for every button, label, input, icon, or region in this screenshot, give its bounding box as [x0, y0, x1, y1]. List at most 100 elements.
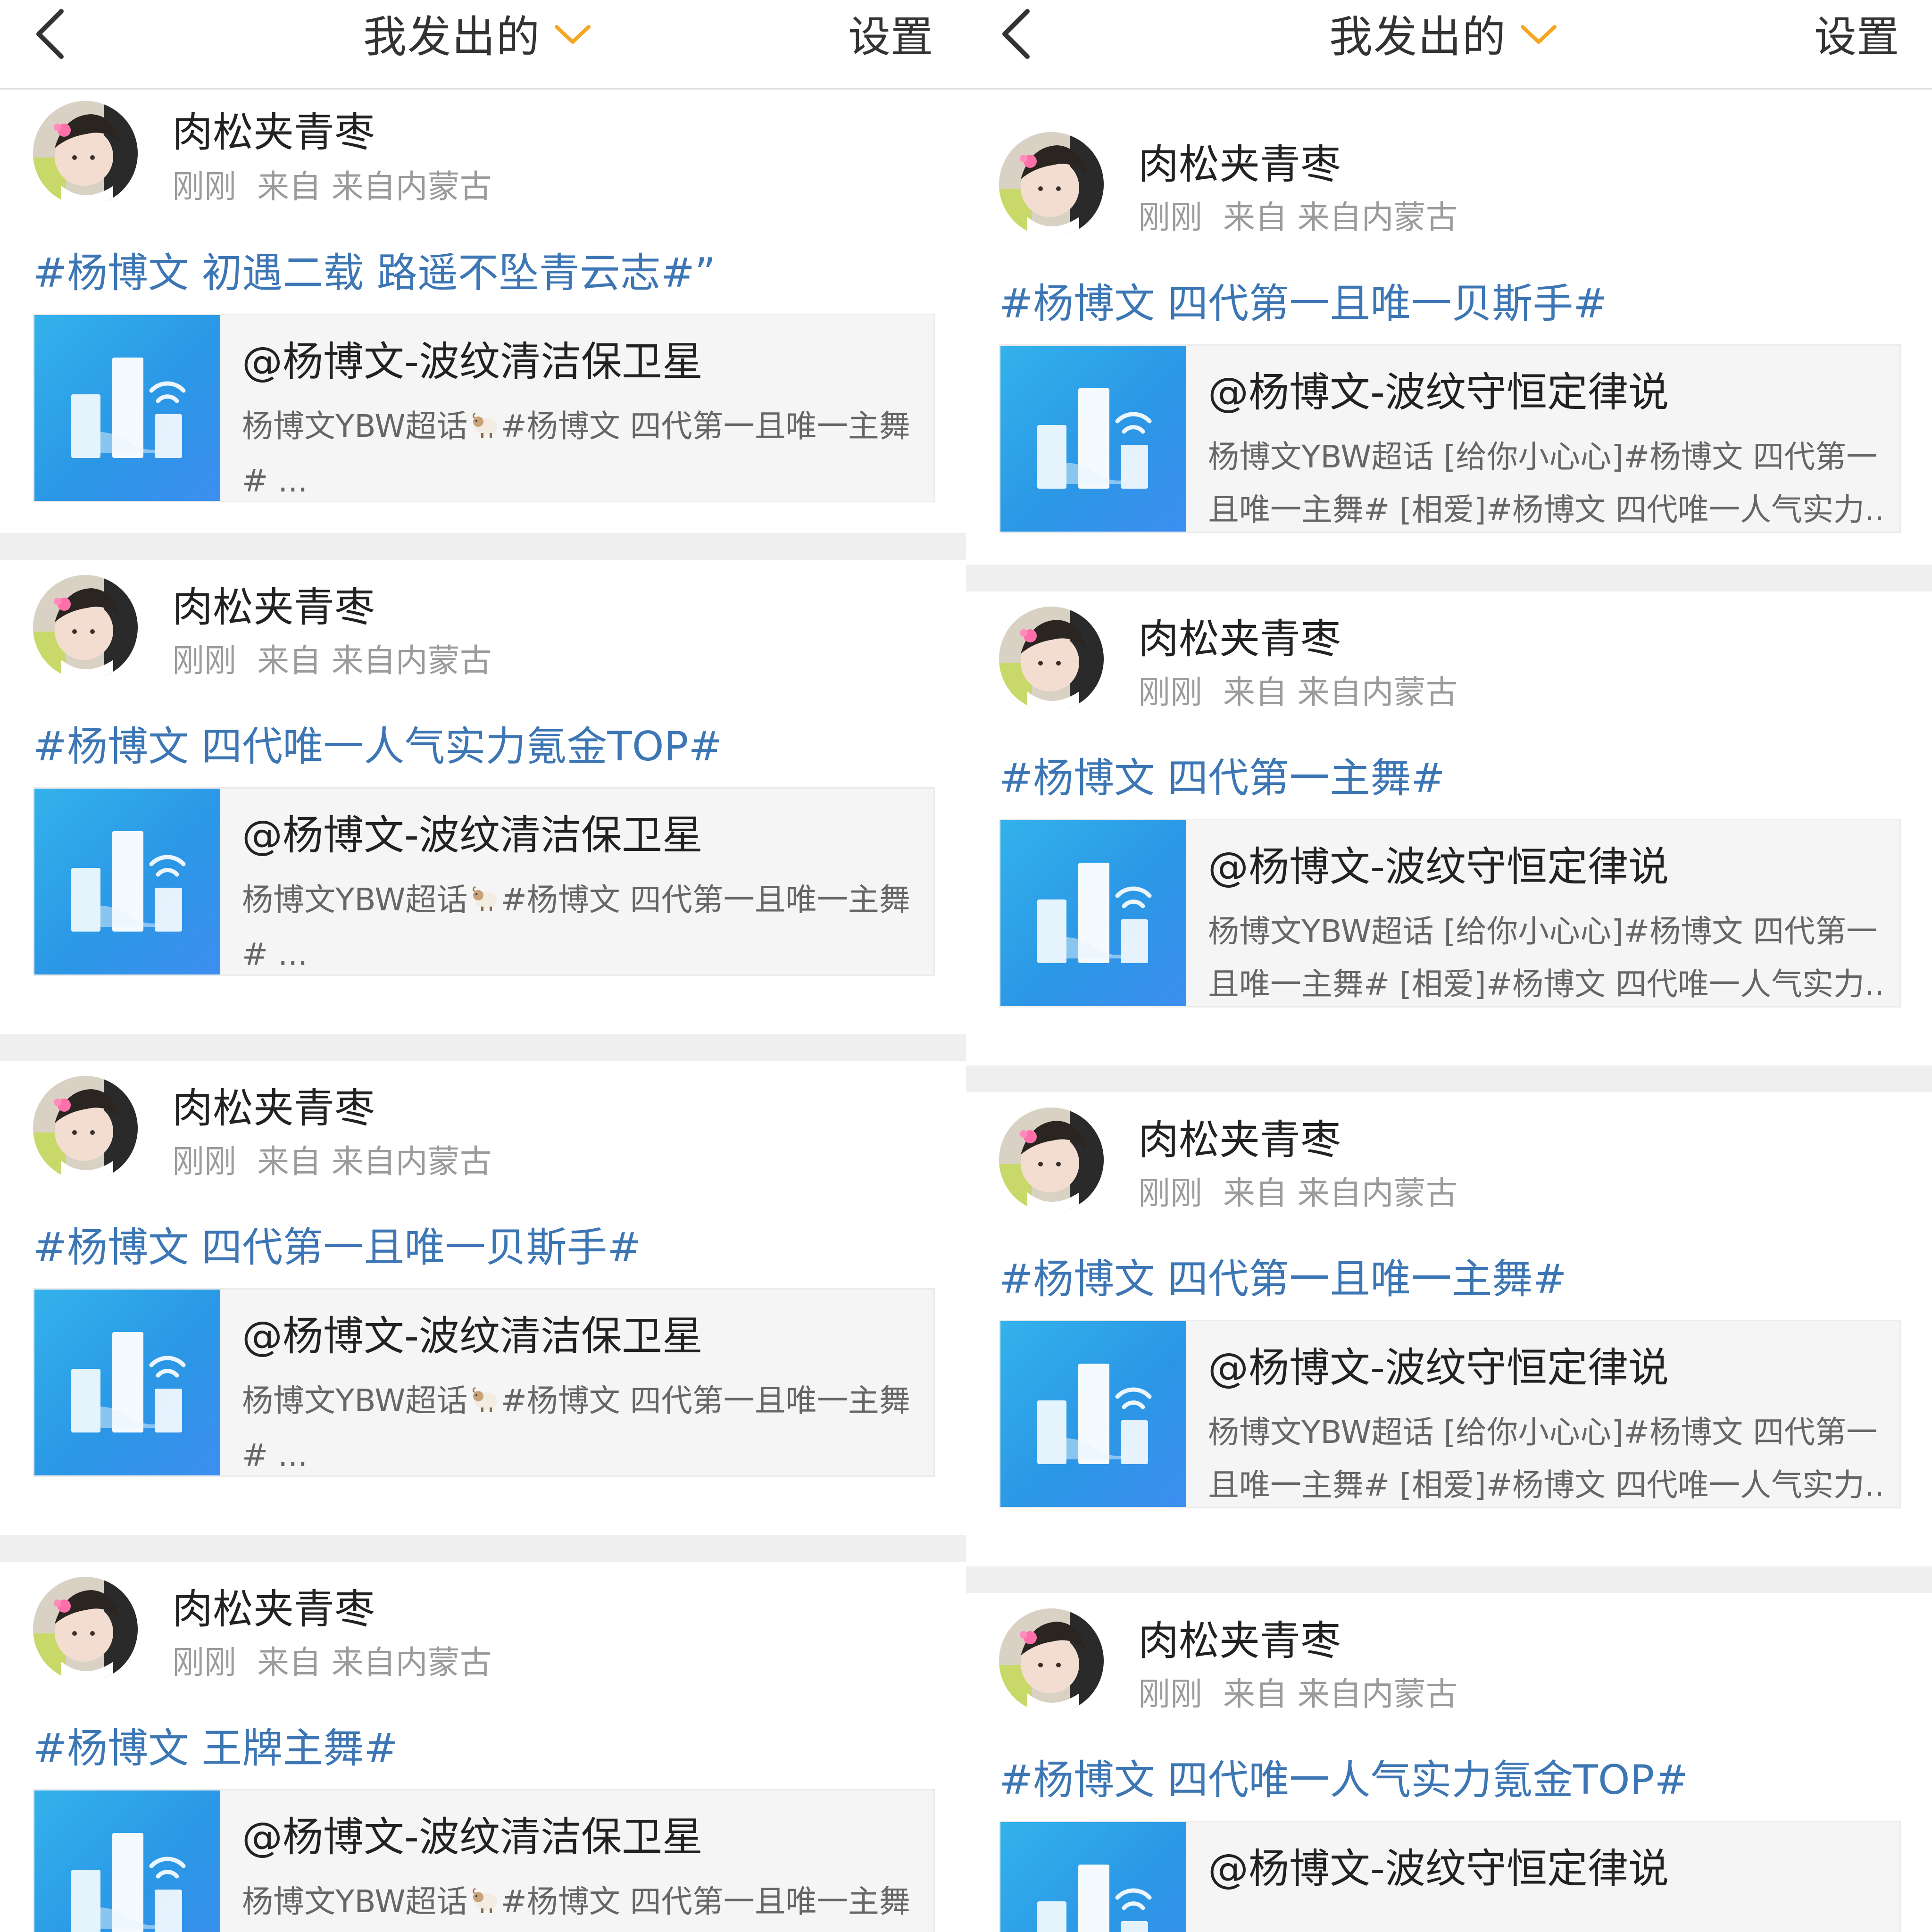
post-item[interactable]: 肉松夹青枣 刚刚 来自 来自内蒙古 #杨博文 四代唯一人气实力氪金TOP# @杨博…	[0, 560, 966, 1034]
chevron-down-icon	[1521, 25, 1557, 44]
username[interactable]: 肉松夹青枣	[1138, 1107, 1341, 1166]
back-arrow-icon	[1002, 9, 1030, 59]
post-meta: 刚刚 来自 来自内蒙古	[1138, 1167, 1458, 1214]
post-text[interactable]: #杨博文 四代第一且唯一主舞#	[999, 1246, 1566, 1305]
avatar[interactable]	[33, 1577, 138, 1682]
avatar[interactable]	[999, 1608, 1104, 1713]
card-description: 杨博文YBW超话 #杨博文 四代第一且唯一主舞 # ...	[242, 1374, 921, 1480]
post-meta: 刚刚 来自 来自内蒙古	[1138, 666, 1458, 713]
avatar[interactable]	[999, 607, 1104, 711]
post-time: 刚刚	[1138, 674, 1203, 711]
card-title: @杨博文-波纹守恒定律说	[1208, 1344, 1669, 1391]
post-item[interactable]: 肉松夹青枣 刚刚 来自 来自内蒙古 #杨博文 四代唯一人气实力氪金TOP# @杨博…	[966, 1593, 1932, 1932]
chart-thumbnail-icon	[1000, 820, 1186, 1006]
post-source: 来自 来自内蒙古	[257, 1644, 492, 1682]
card-title: @杨博文-波纹清洁保卫星	[242, 1313, 703, 1360]
username[interactable]: 肉松夹青枣	[1138, 1607, 1341, 1666]
post-time: 刚刚	[172, 1644, 237, 1682]
username[interactable]: 肉松夹青枣	[1138, 606, 1341, 665]
username[interactable]: 肉松夹青枣	[172, 574, 375, 633]
left-panel: 我发出的 设置 肉松夹青枣 刚刚 来自 来自内蒙古 #杨博文 初遇二载 路遥不坠青…	[0, 0, 966, 1932]
nav-header: 我发出的 设置	[0, 0, 966, 90]
post-source: 来自 来自内蒙古	[257, 1143, 492, 1181]
card-description: 杨博文YBW超话 [给你小心心]#杨博文 四代第一 且唯一主舞# [相爱]#杨博…	[1208, 439, 1887, 528]
post-text[interactable]: #杨博文 四代唯一人气实力氪金TOP#	[999, 1747, 1689, 1806]
post-text[interactable]: #杨博文 王牌主舞#	[33, 1715, 398, 1774]
title-dropdown[interactable]: 我发出的	[363, 0, 591, 66]
page-title: 我发出的	[1329, 11, 1507, 62]
card-description: 杨博文YBW超话 #杨博文 四代第一且唯一主舞	[242, 1875, 921, 1932]
screenshot-root: 我发出的 设置 肉松夹青枣 刚刚 来自 来自内蒙古 #杨博文 初遇二载 路遥不坠青…	[0, 0, 1932, 1932]
username[interactable]: 肉松夹青枣	[1138, 131, 1341, 190]
post-time: 刚刚	[172, 1143, 237, 1181]
post-item[interactable]: 肉松夹青枣 刚刚 来自 来自内蒙古 #杨博文 王牌主舞# @杨博文-波纹清洁保卫星…	[0, 1562, 966, 1932]
back-button[interactable]	[28, 3, 80, 64]
post-item[interactable]: 肉松夹青枣 刚刚 来自 来自内蒙古 #杨博文 初遇二载 路遥不坠青云志#” @杨博…	[0, 90, 966, 533]
post-text[interactable]: #杨博文 四代第一且唯一贝斯手#	[999, 270, 1607, 329]
username[interactable]: 肉松夹青枣	[172, 1075, 375, 1134]
avatar[interactable]	[33, 575, 138, 680]
post-time: 刚刚	[172, 168, 237, 206]
username[interactable]: 肉松夹青枣	[172, 1576, 375, 1635]
title-dropdown[interactable]: 我发出的	[1329, 0, 1557, 66]
supertopic-card[interactable]: @杨博文-波纹清洁保卫星 杨博文YBW超话 #杨博文 四代第一且唯一主舞 # ..…	[33, 314, 935, 502]
back-arrow-icon	[36, 9, 64, 59]
avatar[interactable]	[33, 101, 138, 206]
chart-thumbnail-icon	[34, 315, 220, 501]
card-description: 杨博文YBW超话 [给你小心心]#杨博文 四代第一 且唯一主舞# [相爱]#杨博…	[1208, 913, 1887, 1002]
post-time: 刚刚	[1138, 1175, 1203, 1212]
avatar[interactable]	[999, 1108, 1104, 1212]
separator	[966, 565, 1932, 591]
supertopic-card[interactable]: @杨博文-波纹清洁保卫星 杨博文YBW超话 #杨博文 四代第一且唯一主舞	[33, 1789, 935, 1932]
supertopic-card[interactable]: @杨博文-波纹守恒定律说	[999, 1821, 1901, 1932]
separator	[0, 1034, 966, 1061]
post-time: 刚刚	[172, 642, 237, 680]
username[interactable]: 肉松夹青枣	[172, 99, 375, 158]
right-panel: 我发出的 设置 肉松夹青枣 刚刚 来自 来自内蒙古 #杨博文 四代第一且唯一贝斯手…	[966, 0, 1932, 1932]
separator	[966, 1566, 1932, 1593]
supertopic-card[interactable]: @杨博文-波纹守恒定律说 杨博文YBW超话 [给你小心心]#杨博文 四代第一 且…	[999, 344, 1901, 533]
avatar[interactable]	[33, 1076, 138, 1181]
sheep-emoji-icon	[470, 402, 499, 455]
nav-header: 我发出的 设置	[966, 0, 1932, 90]
post-time: 刚刚	[1138, 1676, 1203, 1713]
post-text[interactable]: #杨博文 四代第一主舞#	[999, 745, 1445, 804]
post-source: 来自 来自内蒙古	[257, 642, 492, 680]
sheep-emoji-icon	[470, 1877, 499, 1930]
post-source: 来自 来自内蒙古	[1223, 1676, 1458, 1713]
card-title: @杨博文-波纹守恒定律说	[1208, 843, 1669, 891]
supertopic-card[interactable]: @杨博文-波纹守恒定律说 杨博文YBW超话 [给你小心心]#杨博文 四代第一 且…	[999, 819, 1901, 1008]
sheep-emoji-icon	[470, 875, 499, 928]
separator	[0, 533, 966, 560]
post-meta: 刚刚 来自 来自内蒙古	[172, 160, 492, 207]
post-text[interactable]: #杨博文 初遇二载 路遥不坠青云志#”	[33, 240, 716, 299]
sheep-emoji-icon	[470, 1376, 499, 1429]
post-item[interactable]: 肉松夹青枣 刚刚 来自 来自内蒙古 #杨博文 四代第一主舞# @杨博文-波纹守恒定…	[966, 591, 1932, 1066]
post-time: 刚刚	[1138, 199, 1203, 236]
post-text[interactable]: #杨博文 四代唯一人气实力氪金TOP#	[33, 713, 723, 772]
back-button[interactable]	[994, 3, 1046, 64]
post-item[interactable]: 肉松夹青枣 刚刚 来自 来自内蒙古 #杨博文 四代第一且唯一贝斯手# @杨博文-波…	[0, 1061, 966, 1535]
post-text[interactable]: #杨博文 四代第一且唯一贝斯手#	[33, 1214, 641, 1273]
chart-thumbnail-icon	[1000, 1822, 1186, 1932]
post-item[interactable]: 肉松夹青枣 刚刚 来自 来自内蒙古 #杨博文 四代第一且唯一主舞# @杨博文-波纹…	[966, 1092, 1932, 1566]
chart-thumbnail-icon	[1000, 1321, 1186, 1507]
post-meta: 刚刚 来自 来自内蒙古	[172, 1135, 492, 1182]
post-item[interactable]: 肉松夹青枣 刚刚 来自 来自内蒙古 #杨博文 四代第一且唯一贝斯手# @杨博文-波…	[966, 90, 1932, 565]
separator	[966, 1066, 1932, 1092]
supertopic-card[interactable]: @杨博文-波纹清洁保卫星 杨博文YBW超话 #杨博文 四代第一且唯一主舞 # ..…	[33, 1288, 935, 1477]
chart-thumbnail-icon	[1000, 346, 1186, 532]
post-source: 来自 来自内蒙古	[257, 168, 492, 206]
supertopic-card[interactable]: @杨博文-波纹守恒定律说 杨博文YBW超话 [给你小心心]#杨博文 四代第一 且…	[999, 1320, 1901, 1508]
supertopic-card[interactable]: @杨博文-波纹清洁保卫星 杨博文YBW超话 #杨博文 四代第一且唯一主舞 # ..…	[33, 787, 935, 976]
post-meta: 刚刚 来自 来自内蒙古	[172, 1636, 492, 1683]
card-title: @杨博文-波纹清洁保卫星	[242, 1814, 703, 1861]
card-description: 杨博文YBW超话 #杨博文 四代第一且唯一主舞 # ...	[242, 400, 921, 506]
settings-button[interactable]: 设置	[848, 0, 933, 66]
avatar[interactable]	[999, 132, 1104, 237]
chart-thumbnail-icon	[34, 1290, 220, 1475]
settings-button[interactable]: 设置	[1814, 0, 1899, 66]
card-title: @杨博文-波纹清洁保卫星	[242, 338, 703, 385]
post-meta: 刚刚 来自 来自内蒙古	[172, 634, 492, 681]
post-feed: 肉松夹青枣 刚刚 来自 来自内蒙古 #杨博文 四代第一且唯一贝斯手# @杨博文-波…	[966, 90, 1932, 1932]
